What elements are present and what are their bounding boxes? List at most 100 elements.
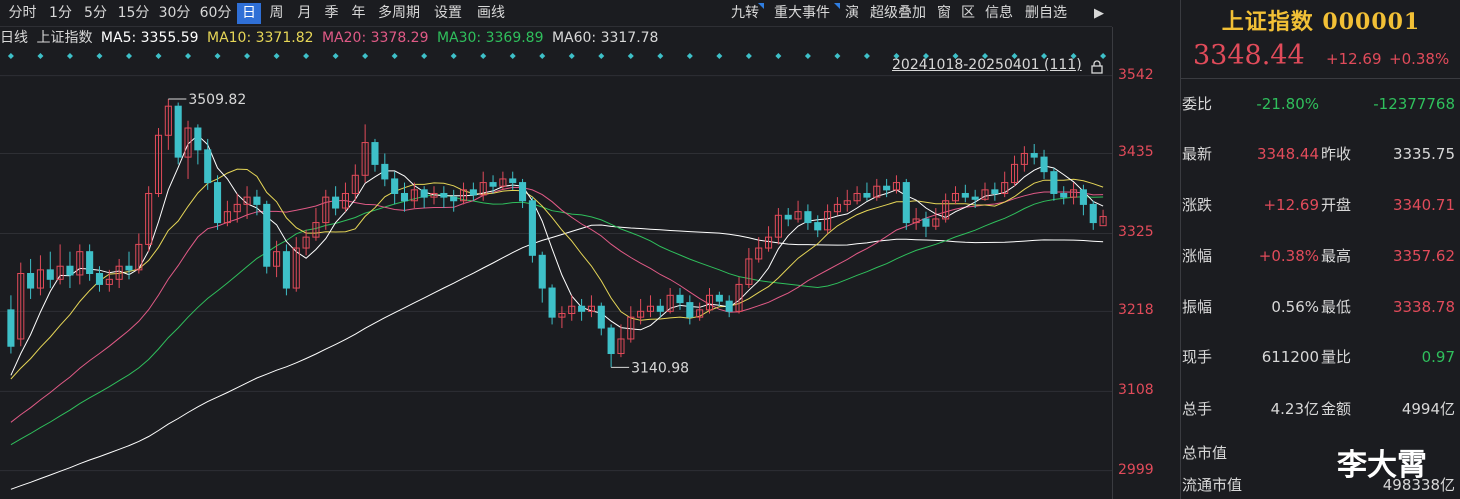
tool-button-4[interactable]: 窗 xyxy=(933,3,955,24)
tab-7[interactable]: 周 xyxy=(263,3,290,24)
quote-value: 0.56% xyxy=(1271,298,1319,316)
ma10-line xyxy=(10,168,1104,380)
event-marker-icon xyxy=(37,53,44,59)
period-label: 日线 xyxy=(0,30,28,46)
event-marker-icon xyxy=(362,53,369,59)
period-toolbar: 分时 1分 5分 15分 30分 60分日周月季年多周期 设置 画线 九转 重大事件演超级叠加窗区… xyxy=(0,0,1112,27)
tab-3[interactable]: 15分 xyxy=(114,3,153,24)
low-annotation: 3140.98 xyxy=(631,360,689,376)
candle-body xyxy=(174,105,182,158)
y-tick-label: 3325 xyxy=(1118,224,1154,241)
corner-mark-icon xyxy=(834,3,840,9)
event-marker-icon xyxy=(539,53,546,59)
quote-label: 涨跌 xyxy=(1182,196,1213,214)
ma5-line xyxy=(10,134,1104,376)
ma30-line xyxy=(10,194,1104,446)
event-marker-icon xyxy=(273,53,280,59)
candle-body xyxy=(548,287,556,318)
quote-label: 最新 xyxy=(1182,145,1213,163)
tab-0[interactable]: 分时 xyxy=(3,3,42,24)
quote-value: 3338.78 xyxy=(1392,298,1455,316)
index-title: 上证指数 000001 xyxy=(1221,9,1421,35)
candle-body xyxy=(7,309,15,347)
quote-label: 最高 xyxy=(1321,247,1352,265)
candle-body xyxy=(814,222,822,231)
tab-8[interactable]: 月 xyxy=(292,3,317,24)
event-marker-icon xyxy=(863,53,870,59)
candle-body xyxy=(489,182,497,187)
candle-body xyxy=(597,305,605,329)
quote-label: 流通市值 xyxy=(1182,476,1243,494)
candle-body xyxy=(883,185,891,191)
tool-button-6[interactable]: 信息 xyxy=(981,3,1017,24)
event-marker-icon xyxy=(834,53,841,59)
quote-label: 现手 xyxy=(1182,348,1213,366)
candle-body xyxy=(991,189,999,194)
tab-4[interactable]: 30分 xyxy=(155,3,194,24)
tab-5[interactable]: 60分 xyxy=(196,3,235,24)
tab-6[interactable]: 日 xyxy=(237,3,261,24)
tab-1[interactable]: 1分 xyxy=(44,3,77,24)
candle-body xyxy=(538,254,546,289)
event-marker-icon xyxy=(804,53,811,59)
candle-body xyxy=(450,196,458,202)
y-tick-label: 3218 xyxy=(1118,302,1154,319)
tab-9[interactable]: 季 xyxy=(319,3,344,24)
price-axis: 3542 3435 3325 3218 3108 2999 xyxy=(1112,27,1180,499)
ma30-value: MA30: 3369.89 xyxy=(436,30,544,46)
tool-button-5[interactable]: 区 xyxy=(957,3,979,24)
event-marker-icon xyxy=(716,53,723,59)
y-tick-label: 3542 xyxy=(1118,66,1154,83)
event-marker-icon xyxy=(421,53,428,59)
event-marker-icon xyxy=(96,53,103,59)
candle-body xyxy=(528,200,536,256)
candle-body xyxy=(686,302,694,318)
tool-button-7[interactable]: 删自选 xyxy=(1019,3,1073,24)
ma60-line xyxy=(10,224,1104,490)
quote-label: 委比 xyxy=(1182,95,1213,113)
tool-button-2[interactable]: 演 xyxy=(841,3,863,24)
event-marker-icon xyxy=(627,53,634,59)
candle-body xyxy=(922,218,930,227)
date-range-label[interactable]: 20241018-20250401 (111) xyxy=(892,57,1082,73)
tab-10[interactable]: 年 xyxy=(346,3,371,24)
quote-label: 总手 xyxy=(1182,400,1213,418)
index-name: 上证指数 xyxy=(36,30,93,46)
lock-icon[interactable] xyxy=(1090,60,1104,74)
candle-body xyxy=(676,294,684,304)
quote-value: 4994亿 xyxy=(1401,400,1455,418)
tab-11[interactable]: 多周期 xyxy=(373,3,425,24)
quote-value: 3335.75 xyxy=(1392,145,1455,163)
ma10-value: MA10: 3371.82 xyxy=(206,30,314,46)
event-marker-icon xyxy=(509,53,516,59)
event-marker-icon xyxy=(598,53,605,59)
candle-body xyxy=(971,196,979,200)
tab-12[interactable]: 设置 xyxy=(427,3,469,24)
candle-body xyxy=(656,305,664,312)
event-marker-icon xyxy=(66,53,73,59)
tab-13[interactable]: 画线 xyxy=(471,3,511,24)
collapse-panel-icon[interactable]: ▶ xyxy=(1088,3,1110,24)
event-marker-icon xyxy=(686,53,693,59)
tab-2[interactable]: 5分 xyxy=(79,3,112,24)
tool-button-0[interactable]: 九转 xyxy=(727,3,764,24)
candle-body xyxy=(391,178,399,194)
event-marker-icon xyxy=(1100,53,1107,59)
tool-button-1[interactable]: 重大事件 xyxy=(765,3,840,24)
ma60-value: MA60: 3317.78 xyxy=(551,30,659,46)
kline-chart[interactable]: 3509.82 3140.98 xyxy=(0,48,1112,499)
candle-body xyxy=(125,265,133,271)
candle-body xyxy=(194,127,202,151)
event-marker-icon xyxy=(185,53,192,59)
candle-body xyxy=(381,163,389,180)
candle-body xyxy=(607,327,615,355)
candle-body xyxy=(27,273,35,289)
tool-button-3[interactable]: 超级叠加 xyxy=(865,3,931,24)
quote-value: 4.23亿 xyxy=(1270,400,1319,418)
y-tick-label: 3108 xyxy=(1118,382,1154,399)
quote-value: -12377768 xyxy=(1373,95,1455,113)
quote-row: 总手 4.23亿 金额 4994亿 xyxy=(1181,397,1460,421)
quote-row: 涨跌 +12.69 开盘 3340.71 xyxy=(1181,193,1460,217)
quote-label: 昨收 xyxy=(1321,145,1352,163)
quote-value: 3340.71 xyxy=(1392,196,1455,214)
